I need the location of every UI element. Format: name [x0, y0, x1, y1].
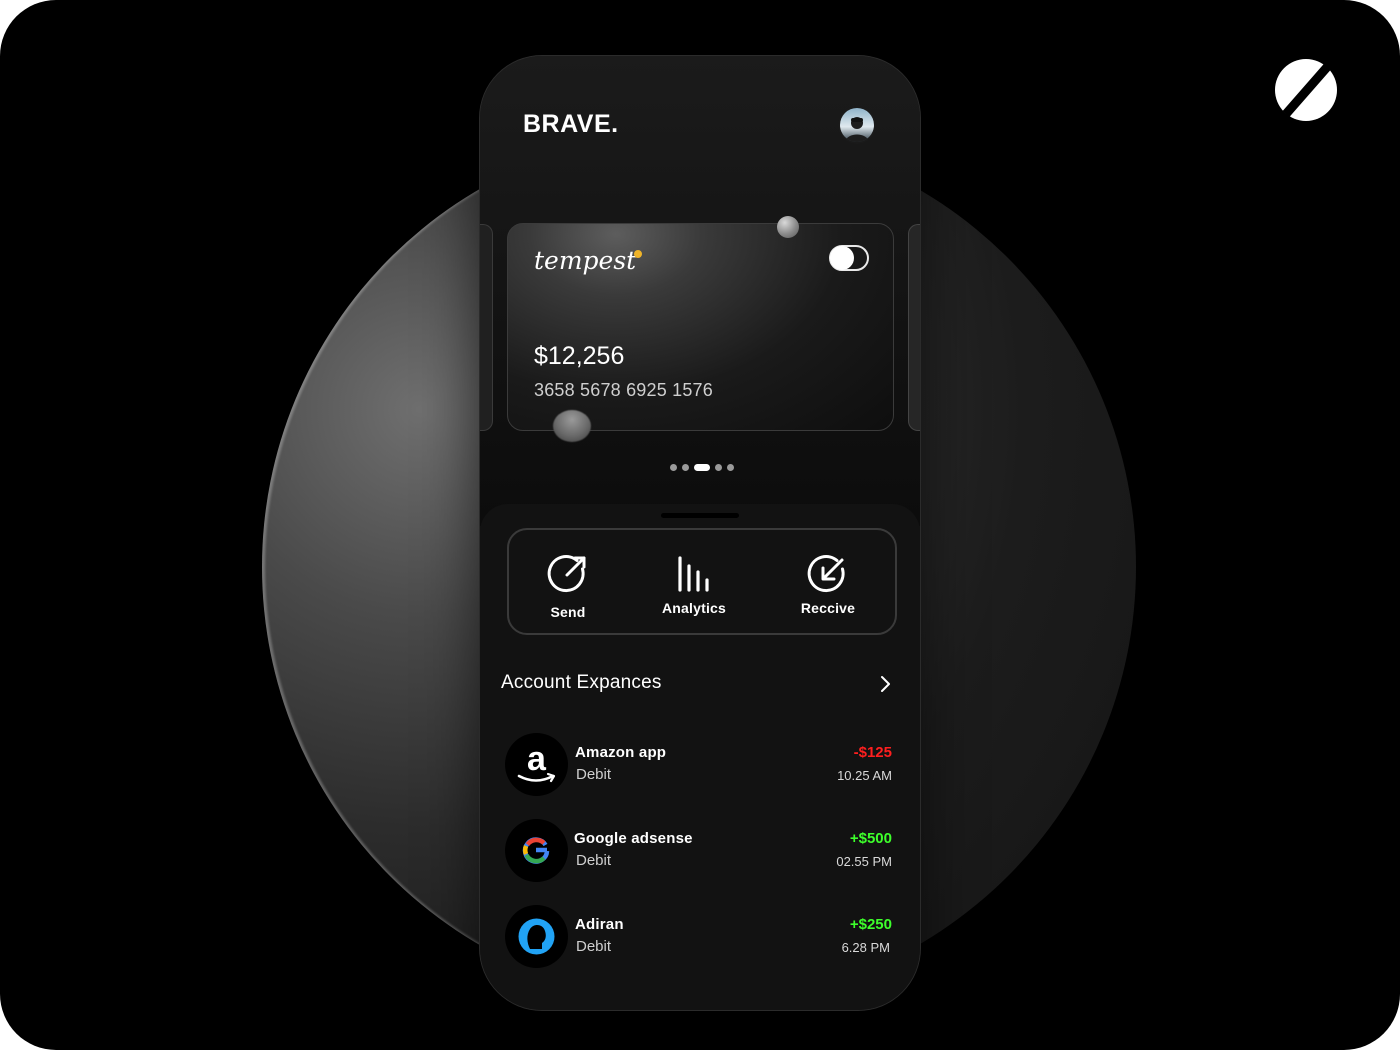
decorative-orb [777, 216, 799, 238]
carousel-dot-active[interactable] [694, 463, 710, 471]
analytics-bars-icon [678, 556, 709, 592]
card-number: 3658 5678 6925 1576 [534, 380, 713, 400]
app-logo: BRAVE. [523, 110, 619, 138]
transaction-name: Google adsense [574, 830, 693, 847]
brand-mark-icon [1275, 59, 1337, 121]
transaction-type: Debit [576, 938, 612, 955]
transaction-amount: +$250 [849, 916, 892, 933]
avatar-person-icon [845, 117, 869, 142]
card-balance: $12,256 [534, 342, 625, 370]
transaction-name: Adiran [575, 916, 624, 933]
transaction-row[interactable]: Google adsense Debit +$500 02.55 PM [501, 819, 896, 885]
transaction-time: 10.25 AM [837, 768, 892, 783]
phone-screen: BRAVE. tempest $12,256 3658 5678 6925 15… [480, 56, 920, 1010]
card-brand-dot [634, 250, 642, 258]
sheet-handle[interactable] [661, 513, 739, 518]
google-logo-icon [505, 819, 568, 882]
quick-actions: Send Analytics Reccive [507, 528, 897, 635]
payment-card[interactable]: tempest $12,256 3658 5678 6925 1576 [507, 223, 894, 431]
analytics-label: Analytics [661, 600, 727, 616]
transaction-type: Debit [576, 852, 612, 869]
account-expenses-title: Account Expances [501, 672, 662, 693]
presentation-frame: BRAVE. tempest $12,256 3658 5678 6925 15… [0, 0, 1400, 1050]
bottom-sheet: Send Analytics Reccive Account Expances … [480, 504, 920, 1010]
analytics-button[interactable]: Analytics [654, 530, 734, 633]
svg-text:a: a [527, 740, 547, 778]
avatar[interactable] [840, 108, 874, 142]
person-profile-icon [505, 905, 568, 968]
carousel-indicator [670, 462, 734, 472]
carousel-dot[interactable] [715, 463, 722, 471]
send-button[interactable]: Send [529, 530, 607, 633]
receive-arrow-icon [807, 555, 845, 593]
amazon-logo-icon: a [505, 733, 568, 796]
transaction-type: Debit [576, 766, 612, 783]
chevron-right-icon[interactable] [876, 675, 894, 693]
previous-card-peek[interactable] [480, 224, 493, 431]
transaction-time: 02.55 PM [836, 854, 892, 869]
carousel-dot[interactable] [670, 463, 677, 471]
carousel-dot[interactable] [727, 463, 734, 471]
decorative-orb [553, 410, 591, 442]
transaction-time: 6.28 PM [841, 940, 890, 955]
transaction-name: Amazon app [575, 744, 667, 761]
transaction-amount: +$500 [849, 830, 892, 847]
receive-label: Reccive [800, 600, 856, 616]
transaction-row[interactable]: Adiran Debit +$250 6.28 PM [501, 905, 896, 971]
card-toggle[interactable] [829, 245, 869, 271]
transaction-amount: -$125 [853, 744, 892, 761]
send-arrow-icon [547, 555, 586, 593]
next-card-peek[interactable] [908, 224, 920, 431]
send-label: Send [550, 604, 586, 620]
toggle-knob [830, 246, 854, 270]
phone-header-area: BRAVE. tempest $12,256 3658 5678 6925 15… [480, 56, 920, 526]
carousel-dot[interactable] [682, 463, 689, 471]
transaction-row[interactable]: a Amazon app Debit -$125 10.25 AM [501, 733, 896, 799]
card-brand: tempest [534, 246, 637, 275]
receive-button[interactable]: Reccive [788, 530, 868, 633]
